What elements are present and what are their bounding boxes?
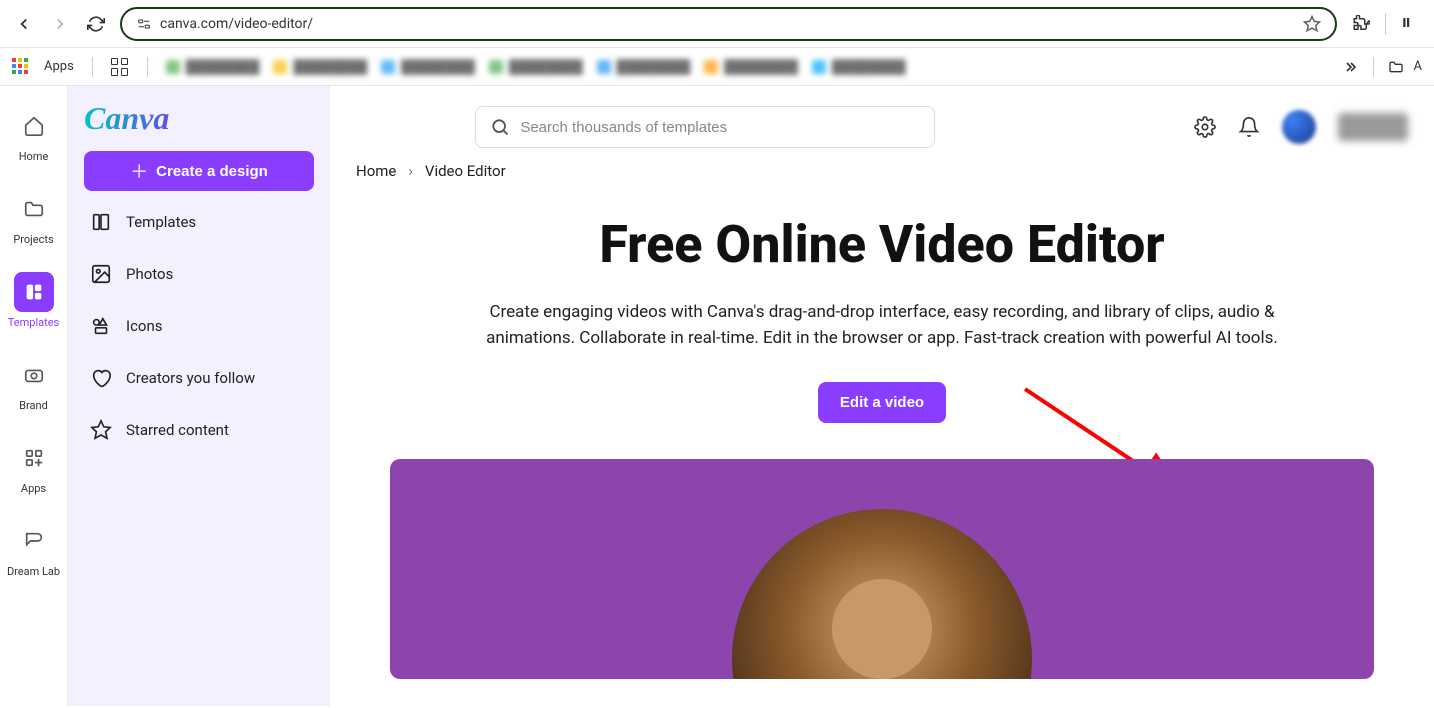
bookmark-item[interactable]: ████████ xyxy=(812,59,906,75)
main-content: Home › Video Editor Free Online Video Ed… xyxy=(330,92,1434,706)
address-bar[interactable]: canva.com/video-editor/ xyxy=(120,7,1337,41)
star-icon xyxy=(90,419,112,441)
rail-dream-lab[interactable]: Dream Lab xyxy=(0,517,67,582)
bookmark-item[interactable]: ████████ xyxy=(597,59,691,75)
rail-apps[interactable]: Apps xyxy=(0,434,67,499)
bookmark-item[interactable]: ████████ xyxy=(704,59,798,75)
templates-icon xyxy=(90,211,112,233)
browser-toolbar: canva.com/video-editor/ xyxy=(0,0,1434,48)
brand-icon xyxy=(14,355,54,395)
tab-groups-icon[interactable] xyxy=(111,58,129,76)
topbar xyxy=(330,92,1434,158)
video-preview xyxy=(390,459,1374,679)
sidebar-item-templates[interactable]: Templates xyxy=(84,201,314,243)
heart-icon xyxy=(90,367,112,389)
page-description: Create engaging videos with Canva's drag… xyxy=(462,299,1302,352)
breadcrumb: Home › Video Editor xyxy=(330,158,1434,194)
home-icon xyxy=(14,106,54,146)
apps-grid-icon[interactable] xyxy=(12,58,30,76)
reload-button[interactable] xyxy=(84,12,108,36)
media-control-icon[interactable] xyxy=(1398,12,1422,36)
canva-logo[interactable]: Canva xyxy=(84,100,314,137)
bookmark-item[interactable]: ████████ xyxy=(489,59,583,75)
folder-icon[interactable] xyxy=(1388,59,1404,75)
hero-section: Free Online Video Editor Create engaging… xyxy=(330,194,1434,453)
sidebar-item-photos[interactable]: Photos xyxy=(84,253,314,295)
bookmark-item[interactable]: ████████ xyxy=(273,59,367,75)
apps-icon xyxy=(14,438,54,478)
extensions-icon[interactable] xyxy=(1349,12,1373,36)
rail-templates[interactable]: Templates xyxy=(0,268,67,333)
breadcrumb-home[interactable]: Home xyxy=(356,162,396,180)
plus-icon: ＋ xyxy=(130,158,148,184)
rail-brand[interactable]: Brand xyxy=(0,351,67,416)
sidebar-item-starred[interactable]: Starred content xyxy=(84,409,314,451)
sidebar: Canva ＋Create a design Templates Photos … xyxy=(68,86,330,706)
all-bookmarks-label[interactable]: A xyxy=(1414,59,1422,74)
bookmarks-overflow-icon[interactable] xyxy=(1343,59,1359,75)
search-box[interactable] xyxy=(475,106,935,148)
photos-icon xyxy=(90,263,112,285)
dream-icon xyxy=(14,521,54,561)
search-icon xyxy=(490,117,510,137)
search-input[interactable] xyxy=(520,119,920,136)
bookmarks-bar: Apps ████████ ████████ ████████ ████████… xyxy=(0,48,1434,86)
forward-button[interactable] xyxy=(48,12,72,36)
user-name xyxy=(1338,113,1408,141)
video-thumbnail-person xyxy=(732,509,1032,679)
bookmark-item[interactable]: ████████ xyxy=(166,59,260,75)
shapes-icon xyxy=(90,315,112,337)
bookmark-star-icon[interactable] xyxy=(1303,15,1321,33)
back-button[interactable] xyxy=(12,12,36,36)
page-title: Free Online Video Editor xyxy=(390,214,1374,275)
apps-label[interactable]: Apps xyxy=(44,59,74,74)
create-design-button[interactable]: ＋Create a design xyxy=(84,151,314,191)
templates-icon xyxy=(14,272,54,312)
avatar[interactable] xyxy=(1282,110,1316,144)
bell-icon[interactable] xyxy=(1238,116,1260,138)
sidebar-item-icons[interactable]: Icons xyxy=(84,305,314,347)
bookmark-item[interactable]: ████████ xyxy=(381,59,475,75)
rail-home[interactable]: Home xyxy=(0,102,67,167)
url-text: canva.com/video-editor/ xyxy=(160,16,1295,32)
folder-icon xyxy=(14,189,54,229)
rail-projects[interactable]: Projects xyxy=(0,185,67,250)
site-settings-icon xyxy=(136,16,152,32)
breadcrumb-current: Video Editor xyxy=(425,162,506,180)
gear-icon[interactable] xyxy=(1194,116,1216,138)
edit-video-button[interactable]: Edit a video xyxy=(818,382,946,423)
sidebar-item-creators[interactable]: Creators you follow xyxy=(84,357,314,399)
chevron-right-icon: › xyxy=(408,162,413,180)
nav-rail: Home Projects Templates Brand Apps Dream… xyxy=(0,86,68,706)
